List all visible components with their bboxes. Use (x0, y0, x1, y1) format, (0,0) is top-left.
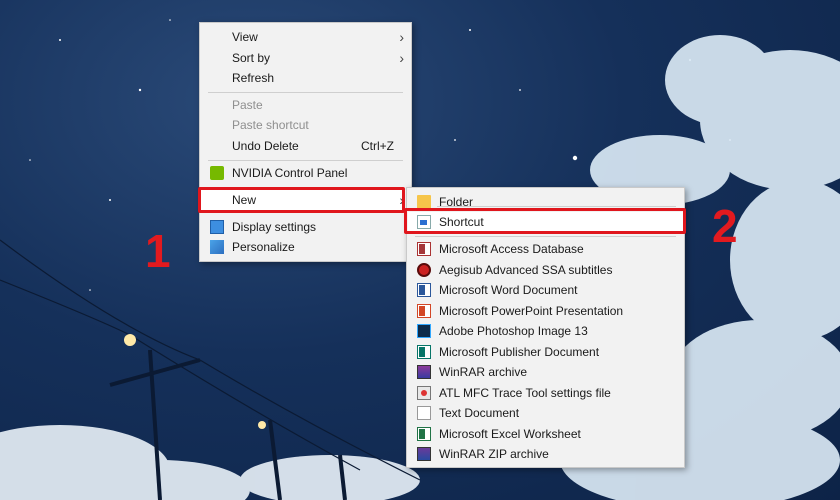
word-icon (417, 283, 431, 297)
menu-item-display-settings[interactable]: Display settings (201, 217, 410, 237)
menu-item-label: Aegisub Advanced SSA subtitles (439, 263, 613, 277)
menu-separator (208, 160, 403, 161)
access-icon (417, 242, 431, 256)
submenu-item-access-database[interactable]: Microsoft Access Database (408, 239, 683, 259)
menu-item-label: Refresh (232, 71, 275, 85)
menu-item-label: NVIDIA Control Panel (232, 166, 348, 180)
personalize-icon (210, 240, 224, 254)
desktop-context-menu: View › Sort by › Refresh Paste Paste sho… (199, 22, 412, 262)
menu-item-label: Microsoft Word Document (439, 283, 578, 297)
menu-item-sort-by[interactable]: Sort by › (201, 48, 410, 68)
menu-item-label: ATL MFC Trace Tool settings file (439, 386, 611, 400)
menu-item-label: Microsoft Access Database (439, 242, 584, 256)
nvidia-icon (210, 166, 224, 180)
menu-item-label: WinRAR archive (439, 365, 528, 379)
menu-item-label: Text Document (439, 406, 520, 420)
menu-item-label: Personalize (232, 240, 295, 254)
menu-item-label: Microsoft Excel Worksheet (439, 427, 581, 441)
menu-item-label: Paste shortcut (232, 118, 309, 132)
menu-item-label: View (232, 30, 258, 44)
submenu-item-winrar-archive[interactable]: WinRAR archive (408, 362, 683, 382)
submenu-item-excel-worksheet[interactable]: Microsoft Excel Worksheet (408, 424, 683, 444)
step-marker-1: 1 (145, 225, 171, 277)
text-document-icon (417, 406, 431, 420)
menu-item-undo-delete[interactable]: Undo Delete Ctrl+Z (201, 136, 410, 156)
menu-item-paste: Paste (201, 95, 410, 115)
menu-item-nvidia-control-panel[interactable]: NVIDIA Control Panel (201, 163, 410, 183)
keyboard-shortcut: Ctrl+Z (361, 139, 394, 153)
winrar-icon (417, 365, 431, 379)
menu-item-label: Microsoft PowerPoint Presentation (439, 304, 624, 318)
menu-item-label: Undo Delete (232, 139, 299, 153)
menu-item-label: Display settings (232, 220, 317, 234)
submenu-item-winrar-zip[interactable]: WinRAR ZIP archive (408, 444, 683, 464)
display-settings-icon (210, 220, 224, 234)
menu-item-label: Sort by (232, 51, 271, 65)
step-marker-2: 2 (712, 200, 738, 252)
highlight-box-shortcut (404, 208, 686, 234)
menu-separator (437, 206, 676, 207)
menu-item-paste-shortcut: Paste shortcut (201, 115, 410, 135)
excel-icon (417, 427, 431, 441)
menu-separator (415, 236, 676, 237)
submenu-item-text-document[interactable]: Text Document (408, 403, 683, 423)
atl-trace-icon (417, 386, 431, 400)
photoshop-icon (417, 324, 431, 338)
publisher-icon (417, 345, 431, 359)
chevron-right-icon: › (399, 29, 404, 45)
highlight-box-new (198, 187, 405, 213)
menu-item-refresh[interactable]: Refresh (201, 68, 410, 88)
menu-item-label: WinRAR ZIP archive (439, 447, 549, 461)
submenu-item-word-document[interactable]: Microsoft Word Document (408, 280, 683, 300)
submenu-item-powerpoint[interactable]: Microsoft PowerPoint Presentation (408, 301, 683, 321)
menu-item-label: Microsoft Publisher Document (439, 345, 600, 359)
menu-item-label: Adobe Photoshop Image 13 (439, 324, 588, 338)
folder-icon (417, 195, 431, 209)
menu-item-label: Paste (232, 98, 263, 112)
powerpoint-icon (417, 304, 431, 318)
menu-item-view[interactable]: View › (201, 27, 410, 47)
menu-item-personalize[interactable]: Personalize (201, 237, 410, 257)
menu-separator (208, 92, 403, 93)
winrar-zip-icon (417, 447, 431, 461)
aegisub-icon (417, 263, 431, 277)
submenu-item-atl-mfc-trace[interactable]: ATL MFC Trace Tool settings file (408, 383, 683, 403)
submenu-item-publisher[interactable]: Microsoft Publisher Document (408, 342, 683, 362)
submenu-item-aegisub[interactable]: Aegisub Advanced SSA subtitles (408, 260, 683, 280)
chevron-right-icon: › (399, 50, 404, 66)
submenu-item-photoshop[interactable]: Adobe Photoshop Image 13 (408, 321, 683, 341)
